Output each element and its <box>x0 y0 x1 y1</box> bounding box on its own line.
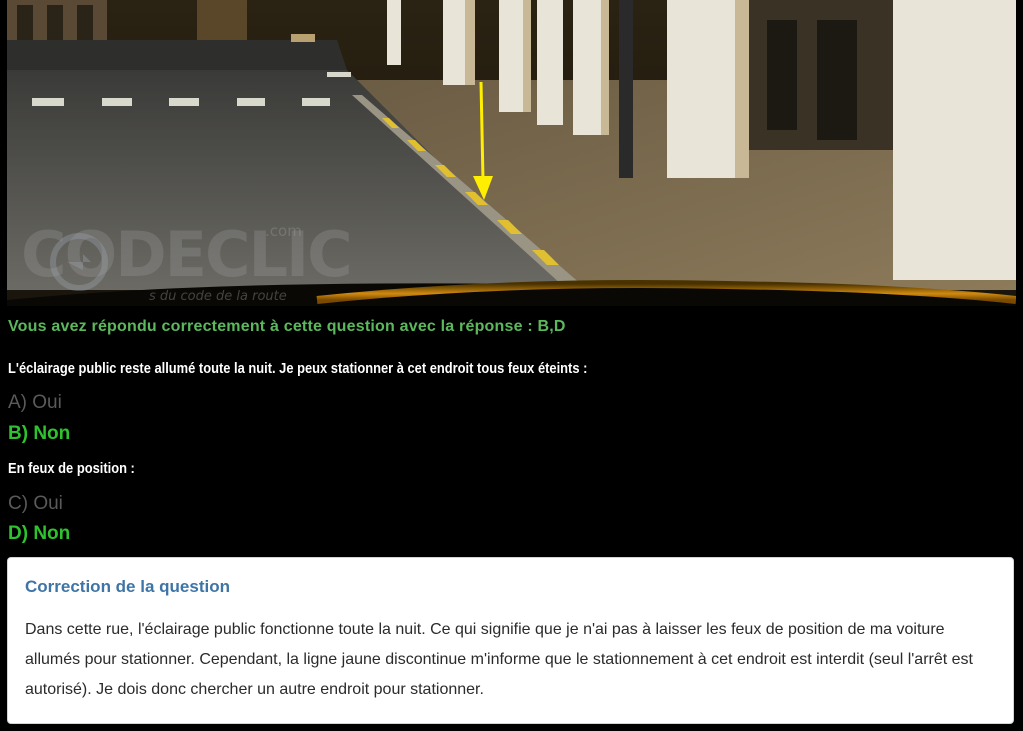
question-text-1: L'éclairage public reste allumé toute la… <box>8 360 588 377</box>
correction-title: Correction de la question <box>25 577 230 596</box>
correction-text: Dans cette rue, l'éclairage public fonct… <box>25 621 973 698</box>
answer-option-b[interactable]: B) Non <box>8 423 70 445</box>
arrow-indicator <box>479 81 485 181</box>
watermark-tagline: s du code de la route <box>149 289 287 304</box>
answer-option-c[interactable]: C) Oui <box>8 493 63 515</box>
result-message: Vous avez répondu correctement à cette q… <box>8 318 566 335</box>
question-photo: CODECLIC .com s du code de la route <box>7 0 1016 306</box>
watermark-domain: .com <box>265 222 302 240</box>
answer-option-a[interactable]: A) Oui <box>8 392 62 414</box>
correction-panel: Correction de la question Dans cette rue… <box>7 557 1014 724</box>
question-text-2: En feux de position : <box>8 460 135 477</box>
answer-option-d[interactable]: D) Non <box>8 523 70 545</box>
